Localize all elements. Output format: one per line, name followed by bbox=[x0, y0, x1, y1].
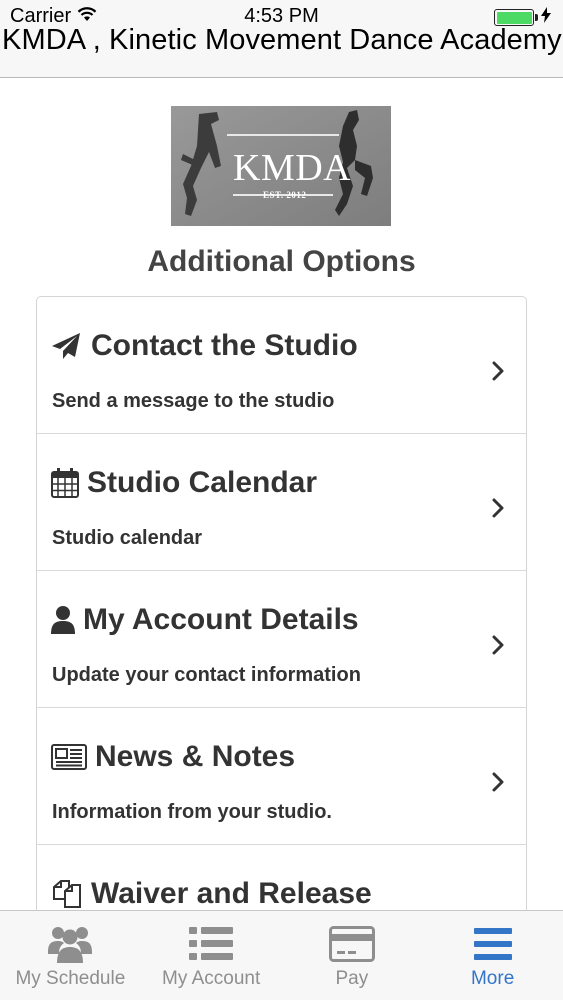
tab-more[interactable]: More bbox=[422, 911, 563, 1000]
option-title: Studio Calendar bbox=[87, 466, 318, 499]
option-waiver-release[interactable]: Waiver and Release bbox=[37, 845, 526, 910]
navigation-bar: KMDA , Kinetic Movement Dance Academy bbox=[0, 26, 563, 78]
user-icon bbox=[51, 605, 77, 635]
tab-label: Pay bbox=[335, 968, 369, 989]
tab-bar: My Schedule My Account Pay More bbox=[0, 910, 563, 1000]
clock: 4:53 PM bbox=[244, 5, 319, 27]
tab-pay[interactable]: Pay bbox=[282, 911, 423, 1000]
menu-icon bbox=[422, 923, 563, 965]
main-content[interactable]: KMDA EST. 2012 Additional Options Contac… bbox=[0, 79, 563, 910]
page-title: KMDA , Kinetic Movement Dance Academy bbox=[2, 26, 562, 56]
list-icon bbox=[141, 923, 282, 965]
tab-label: More bbox=[470, 968, 515, 989]
option-title: Waiver and Release bbox=[91, 877, 372, 910]
logo-established: EST. 2012 bbox=[263, 190, 307, 200]
chevron-right-icon bbox=[492, 772, 504, 797]
section-heading: Additional Options bbox=[147, 245, 416, 278]
newspaper-icon bbox=[51, 742, 89, 772]
chevron-right-icon bbox=[492, 361, 504, 386]
option-title: Contact the Studio bbox=[91, 329, 358, 362]
paper-plane-icon bbox=[51, 331, 85, 361]
documents-icon bbox=[51, 879, 85, 909]
credit-card-icon bbox=[282, 923, 423, 965]
options-list: Contact the Studio Send a message to the… bbox=[36, 296, 527, 910]
studio-logo: KMDA EST. 2012 bbox=[171, 106, 391, 226]
chevron-right-icon bbox=[492, 635, 504, 660]
logo-text: KMDA bbox=[233, 147, 352, 189]
option-news-notes[interactable]: News & Notes Information from your studi… bbox=[37, 708, 526, 845]
option-studio-calendar[interactable]: Studio Calendar Studio calendar bbox=[37, 434, 526, 571]
option-subtitle: Send a message to the studio bbox=[52, 390, 335, 412]
option-account-details[interactable]: My Account Details Update your contact i… bbox=[37, 571, 526, 708]
charging-icon bbox=[541, 7, 551, 28]
tab-label: My Schedule bbox=[15, 968, 126, 989]
chevron-right-icon bbox=[492, 498, 504, 523]
option-title: My Account Details bbox=[83, 603, 359, 636]
tab-my-account[interactable]: My Account bbox=[141, 911, 282, 1000]
option-title: News & Notes bbox=[95, 740, 296, 773]
option-subtitle: Information from your studio. bbox=[52, 801, 332, 823]
option-contact-studio[interactable]: Contact the Studio Send a message to the… bbox=[37, 297, 526, 434]
option-subtitle: Studio calendar bbox=[52, 527, 203, 549]
option-subtitle: Update your contact information bbox=[52, 664, 361, 686]
tab-my-schedule[interactable]: My Schedule bbox=[0, 911, 141, 1000]
tab-label: My Account bbox=[162, 968, 261, 989]
calendar-icon bbox=[51, 468, 81, 498]
battery-icon bbox=[494, 7, 551, 28]
users-icon bbox=[0, 923, 141, 965]
status-bar: Carrier 4:53 PM bbox=[0, 0, 563, 28]
